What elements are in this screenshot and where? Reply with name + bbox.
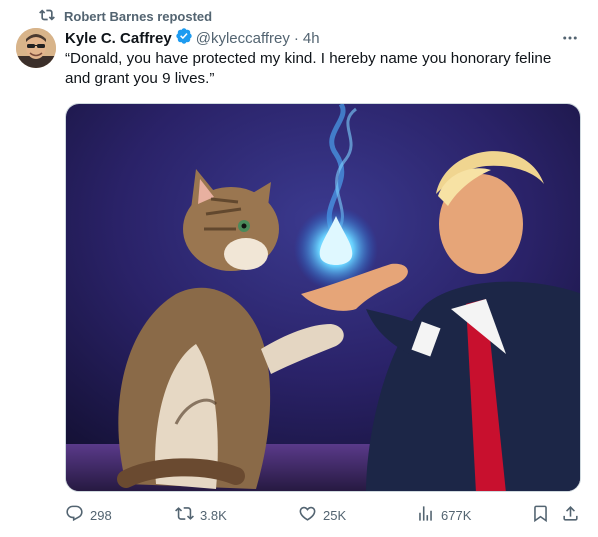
- views-count: 677K: [441, 507, 472, 523]
- action-bar: 298 3.8K 25K 677K: [65, 503, 581, 527]
- bookmark-icon: [531, 504, 556, 526]
- repost-count: 3.8K: [200, 507, 227, 523]
- repost-button[interactable]: 3.8K: [175, 503, 227, 527]
- share-icon: [561, 504, 586, 526]
- like-button[interactable]: 25K: [298, 503, 346, 527]
- repost-label[interactable]: Robert Barnes reposted: [64, 9, 212, 24]
- tweet-text: “Donald, you have protected my kind. I h…: [65, 50, 556, 87]
- separator-dot: ·: [293, 29, 299, 47]
- tweet-image[interactable]: [65, 103, 581, 492]
- repost-header[interactable]: Robert Barnes reposted: [39, 7, 212, 25]
- verified-badge-icon: [172, 27, 196, 49]
- repost-icon: [39, 7, 55, 26]
- share-button[interactable]: [561, 503, 586, 527]
- views-chart-icon: [416, 504, 441, 526]
- author-handle[interactable]: @kyleccaffrey: [196, 30, 290, 47]
- views-button[interactable]: 677K: [416, 503, 471, 527]
- author-name[interactable]: Kyle C. Caffrey: [65, 30, 172, 47]
- avatar[interactable]: [16, 28, 56, 68]
- reply-count: 298: [90, 507, 112, 523]
- more-dots-icon[interactable]: [558, 28, 582, 48]
- like-count: 25K: [323, 507, 347, 523]
- bookmark-button[interactable]: [531, 503, 556, 527]
- repost-icon: [175, 504, 200, 526]
- reply-button[interactable]: 298: [65, 503, 112, 527]
- heart-icon: [298, 504, 323, 526]
- reply-icon: [65, 504, 90, 526]
- tweet-header: Kyle C. Caffrey @kyleccaffrey · 4h: [65, 28, 582, 48]
- timestamp[interactable]: 4h: [303, 30, 320, 47]
